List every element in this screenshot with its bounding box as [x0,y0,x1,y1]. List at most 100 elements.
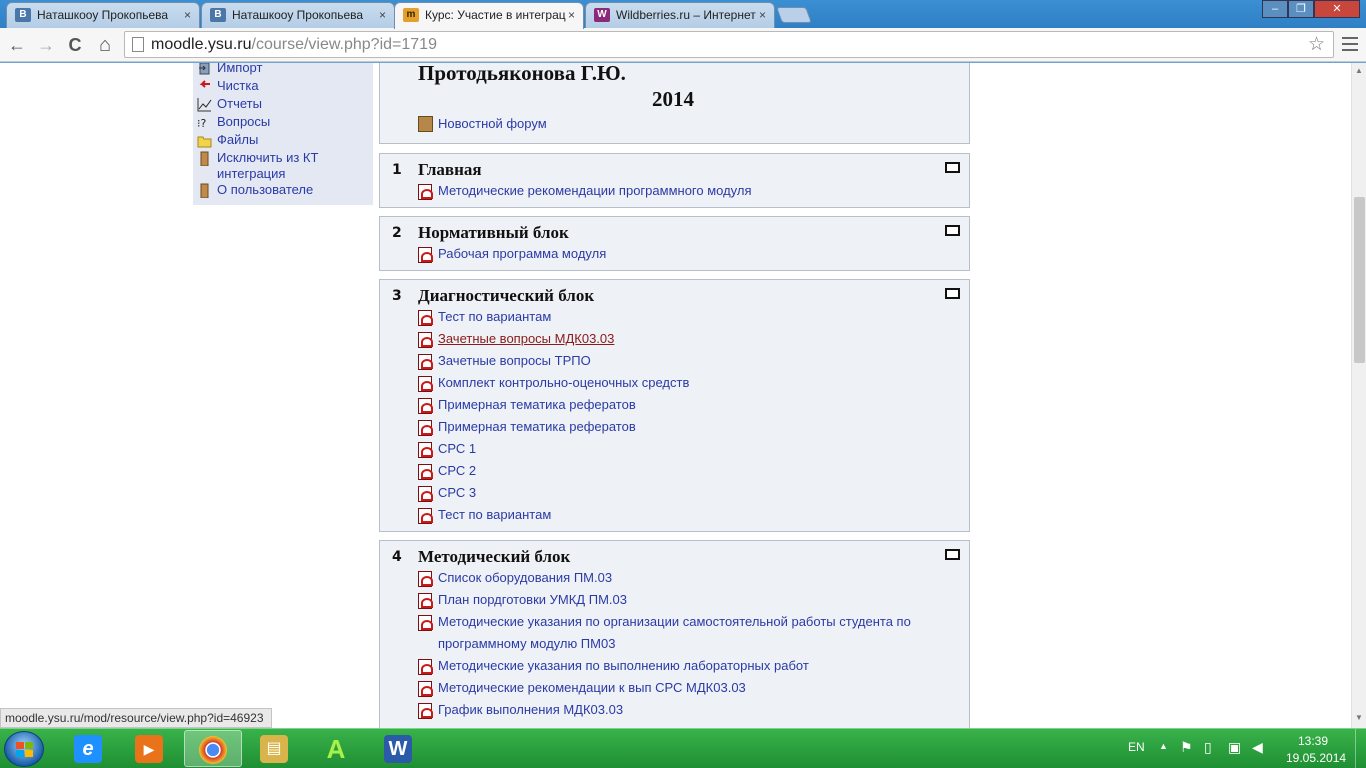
course-year: 2014 [652,87,694,111]
close-icon[interactable]: × [379,3,386,27]
tab-label: Наташкооу Прокопьева [37,8,169,22]
section-number: 3 [392,288,402,304]
home-button[interactable]: ⌂ [94,34,116,56]
pdf-icon [418,184,433,200]
taskbar-word[interactable]: W [370,730,428,767]
reports-icon [197,98,212,112]
clock-time[interactable]: 13:39 [1298,734,1328,748]
pdf-icon [418,247,433,263]
back-button[interactable]: ← [6,34,28,56]
language-indicator[interactable]: EN [1128,740,1145,754]
network-icon[interactable]: ▣ [1228,739,1241,756]
show-desktop-button[interactable] [1355,729,1366,768]
pdf-icon [418,593,433,609]
media-player-icon: ▶ [135,735,163,763]
chrome-menu-button[interactable] [1340,33,1360,55]
device-icon[interactable]: ▯ [1204,739,1212,756]
tab-wildberries[interactable]: W Wildberries.ru – Интернет × [585,2,775,28]
pdf-icon [418,615,433,631]
url-path: /course/view.php?id=1719 [251,36,437,53]
section-title: Диагностический блок [418,286,595,305]
address-bar[interactable]: moodle.ysu.ru/course/view.php?id=1719 ☆ [124,31,1334,58]
taskbar-chrome[interactable] [184,730,242,767]
pdf-icon [418,332,433,348]
page-viewport: Импорт Чистка Отчеты ⁝? Вопросы Файлы Ис… [0,63,1351,728]
course-section-1: 1 Главная Методические рекомендации прог… [379,153,970,208]
page-scrollbar[interactable]: ▲ ▼ [1351,63,1366,728]
course-summary-block: Протодьяконова Г.Ю. 2014 Новостной форум [379,63,970,144]
administration-block: Импорт Чистка Отчеты ⁝? Вопросы Файлы Ис… [193,63,373,205]
pdf-icon [418,703,433,719]
pdf-icon [418,310,433,326]
taskbar-file-explorer[interactable]: ▤ [246,730,304,767]
scroll-thumb[interactable] [1354,197,1365,363]
pdf-icon [418,442,433,458]
windows-taskbar: e ▶ ▤ A W EN ▲ ⚑ ▯ ▣ ◀ 13:39 19.05.2014 [0,728,1366,768]
folder-icon [197,136,212,148]
volume-icon[interactable]: ◀ [1252,739,1263,756]
tab-moodle-course[interactable]: m Курс: Участие в интеграц × [394,2,584,29]
close-icon[interactable]: × [568,3,575,27]
pdf-icon [418,681,433,697]
pdf-icon [418,464,433,480]
pdf-icon [418,508,433,524]
tab-vk-2[interactable]: В Наташкооу Прокопьева × [201,2,395,28]
window-close-button[interactable]: ✕ [1314,0,1360,18]
taskbar-app-a[interactable]: A [308,730,366,767]
pdf-icon [418,354,433,370]
windows-logo-icon [16,742,34,758]
pdf-icon [418,420,433,436]
tab-label: Наташкооу Прокопьева [232,8,364,22]
forum-icon [418,116,433,132]
action-center-flag-icon[interactable]: ⚑ [1180,739,1193,756]
tab-label: Курс: Участие в интеграц [425,8,566,22]
close-icon[interactable]: × [184,3,191,27]
app-a-icon: A [326,734,346,764]
new-tab-button[interactable] [776,7,812,23]
file-explorer-icon: ▤ [260,735,288,763]
section-collapse-toggle[interactable] [945,162,960,173]
bookmark-star-icon[interactable]: ☆ [1308,32,1325,57]
section-title: Методический блок [418,547,571,566]
tab-vk-1[interactable]: В Наташкооу Прокопьева × [6,2,200,28]
section-number: 1 [392,162,402,178]
taskbar-media-player[interactable]: ▶ [121,730,179,767]
maximize-button[interactable]: ❐ [1288,0,1314,18]
close-icon[interactable]: × [759,3,766,27]
reload-button[interactable]: C [64,34,86,56]
minimize-button[interactable]: – [1262,0,1288,18]
pdf-icon [418,486,433,502]
url-host: moodle.ysu.ru [151,36,252,53]
course-section-3: 3 Диагностический блок Тест по вариантам… [379,279,970,532]
section-collapse-toggle[interactable] [945,288,960,299]
course-section-4: 4 Методический блок Список оборудования … [379,540,970,728]
pdf-icon [418,659,433,675]
clock-date[interactable]: 19.05.2014 [1286,751,1346,765]
pdf-icon [418,376,433,392]
internet-explorer-icon: e [74,735,102,763]
section-title: Нормативный блок [418,223,569,242]
profile-icon [200,183,209,198]
start-button[interactable] [4,731,44,767]
word-icon: W [384,735,412,763]
section-title: Главная [418,160,482,179]
forward-button[interactable]: → [35,34,57,56]
browser-toolbar: ← → C ⌂ moodle.ysu.ru/course/view.php?id… [0,28,1366,62]
tab-label: Wildberries.ru – Интернет [616,8,756,22]
page-icon [132,37,144,52]
pdf-icon [418,571,433,587]
import-icon [199,63,210,75]
taskbar-internet-explorer[interactable]: e [60,730,118,767]
svg-text:⁝?: ⁝? [197,117,206,130]
vk-icon: В [15,8,31,22]
moodle-icon: m [403,8,419,22]
reset-icon [199,80,210,88]
course-teacher: Протодьяконова Г.Ю. [418,63,626,85]
scroll-up-arrow[interactable]: ▲ [1355,66,1363,75]
scroll-down-arrow[interactable]: ▼ [1355,713,1363,722]
course-section-2: 2 Нормативный блок Рабочая программа мод… [379,216,970,271]
section-collapse-toggle[interactable] [945,225,960,236]
show-hidden-icons[interactable]: ▲ [1159,741,1168,751]
section-collapse-toggle[interactable] [945,549,960,560]
chrome-icon [199,736,227,764]
